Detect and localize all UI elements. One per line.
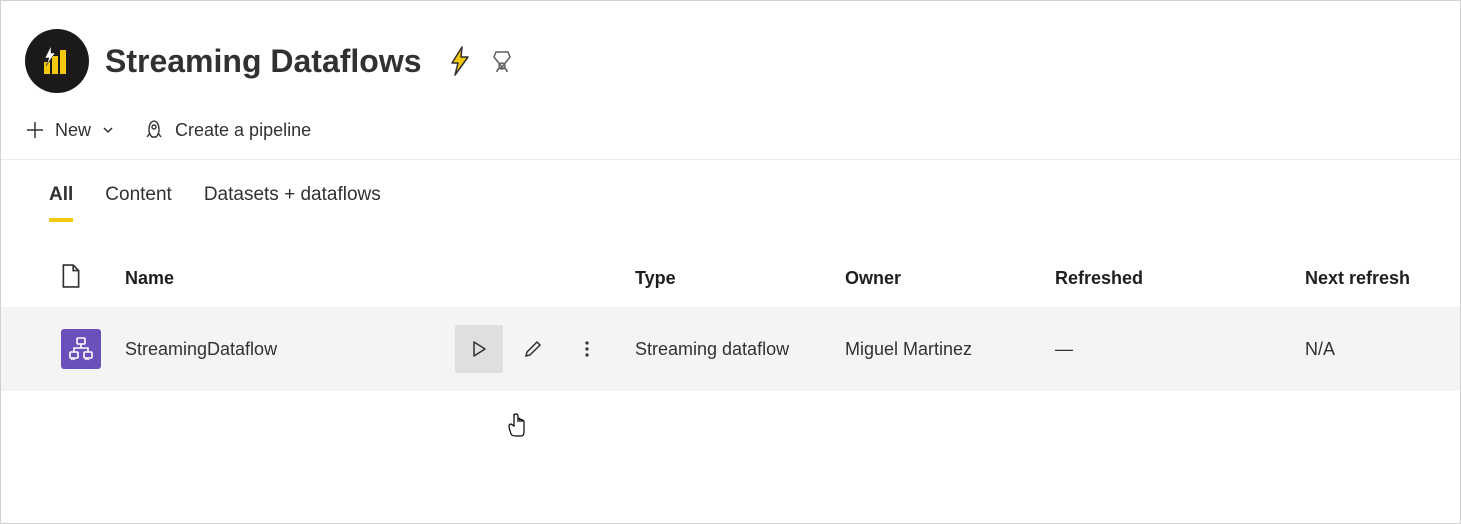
more-button[interactable] — [563, 325, 611, 373]
item-owner: Miguel Martinez — [833, 307, 1043, 391]
item-name[interactable]: StreamingDataflow — [113, 307, 443, 391]
tab-bar: All Content Datasets + dataflows — [1, 160, 1460, 222]
col-header-name[interactable]: Name — [113, 250, 443, 307]
workspace-avatar — [25, 29, 89, 93]
premium-people-icon — [490, 49, 514, 73]
col-header-refreshed[interactable]: Refreshed — [1043, 250, 1293, 307]
row-actions — [455, 325, 611, 373]
col-header-type[interactable]: Type — [623, 250, 833, 307]
play-icon — [470, 340, 488, 358]
pencil-icon — [523, 339, 543, 359]
col-header-next-refresh[interactable]: Next refresh — [1293, 250, 1460, 307]
more-vertical-icon — [578, 340, 596, 358]
col-header-owner[interactable]: Owner — [833, 250, 1043, 307]
table-row[interactable]: StreamingDataflow — [1, 307, 1460, 391]
edit-button[interactable] — [509, 325, 557, 373]
item-type: Streaming dataflow — [623, 307, 833, 391]
plus-icon — [25, 120, 45, 140]
table-header-row: Name Type Owner Refreshed Next refresh — [1, 250, 1460, 307]
lightning-icon — [444, 45, 476, 77]
create-pipeline-button[interactable]: Create a pipeline — [143, 119, 311, 141]
create-pipeline-label: Create a pipeline — [175, 120, 311, 141]
workspace-header: Streaming Dataflows — [1, 1, 1460, 109]
new-button-label: New — [55, 120, 91, 141]
cursor-pointer-icon — [506, 412, 528, 438]
file-icon — [61, 264, 81, 288]
item-refreshed: — — [1043, 307, 1293, 391]
play-button[interactable] — [455, 325, 503, 373]
workspace-title: Streaming Dataflows — [105, 43, 422, 80]
content-table: Name Type Owner Refreshed Next refresh — [1, 250, 1460, 391]
chevron-down-icon — [101, 123, 115, 137]
tab-content[interactable]: Content — [105, 184, 172, 222]
title-icon-group — [444, 45, 514, 77]
item-next-refresh: N/A — [1293, 307, 1460, 391]
tab-datasets-dataflows[interactable]: Datasets + dataflows — [204, 184, 381, 222]
dataflow-icon — [61, 329, 101, 369]
new-button[interactable]: New — [25, 120, 115, 141]
content-table-wrap: Name Type Owner Refreshed Next refresh — [1, 222, 1460, 391]
rocket-icon — [143, 119, 165, 141]
toolbar: New Create a pipeline — [1, 109, 1460, 160]
bars-lightning-icon — [40, 44, 74, 78]
tab-all[interactable]: All — [49, 184, 73, 222]
